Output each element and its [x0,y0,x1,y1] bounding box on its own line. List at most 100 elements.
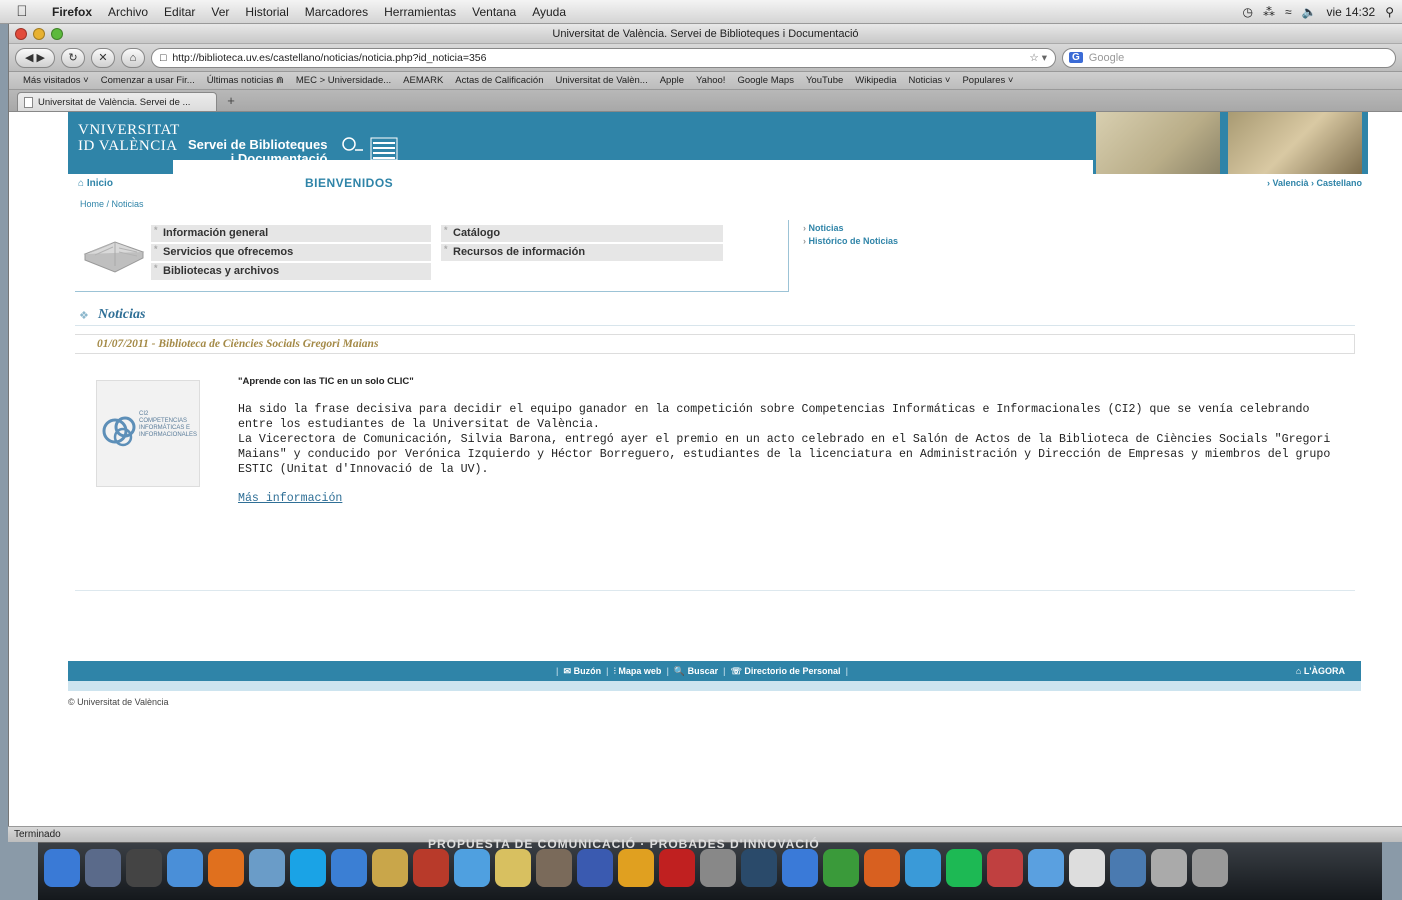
tab-active[interactable]: Universitat de València. Servei de ... [17,92,217,111]
apple-menu-icon[interactable]:  [0,3,44,20]
skype-icon[interactable] [290,849,326,887]
inicio-link[interactable]: ⌂ Inicio [78,178,113,189]
menu-historial[interactable]: Historial [237,5,296,19]
folder-icon[interactable] [1110,849,1146,887]
spotlight-icon[interactable]: ⚲ [1385,5,1394,19]
keynote-icon[interactable] [618,849,654,887]
bookmark-item[interactable]: Yahoo! [690,75,731,86]
firefox-icon[interactable] [208,849,244,887]
menu-servicios[interactable]: Servicios que ofrecemos [151,244,431,261]
url-text[interactable]: http://biblioteca.uv.es/castellano/notic… [172,52,486,64]
excel-icon[interactable] [823,849,859,887]
time-machine-icon[interactable]: ◷ [1242,5,1252,19]
mail-icon[interactable] [249,849,285,887]
service-line-2: i Documentació [230,151,328,166]
more-info-link[interactable]: Más información [238,491,342,506]
browser-window: Universitat de València. Servei de Bibli… [8,24,1402,842]
bookmark-item[interactable]: Apple [654,75,690,86]
menu-catalogo[interactable]: Catálogo [441,225,723,242]
bookmark-item[interactable]: AEMARK [397,75,449,86]
google-search-engine-icon[interactable]: G [1069,52,1083,63]
menu-archivo[interactable]: Archivo [100,5,156,19]
address-book-icon[interactable] [372,849,408,887]
menu-ayuda[interactable]: Ayuda [524,5,574,19]
dictionary-icon[interactable] [413,849,449,887]
scanner-icon[interactable] [1069,849,1105,887]
bookmark-item[interactable]: YouTube [800,75,849,86]
menu-bibliotecas[interactable]: Bibliotecas y archivos [151,263,431,280]
bookmark-item[interactable]: Actas de Calificación [449,75,549,86]
footer-strip [68,681,1361,691]
itunes-icon[interactable] [454,849,490,887]
bookmark-item[interactable]: Universitat de Valèn... [549,75,653,86]
flashcards-icon[interactable] [659,849,695,887]
bookmark-item[interactable]: Más visitados ˅ [17,75,95,86]
wifi-icon[interactable]: ≈ [1285,5,1292,19]
menubar-clock[interactable]: vie 14:32 [1327,5,1376,19]
bookmark-item[interactable]: Wikipedia [849,75,902,86]
imovie-icon[interactable] [577,849,613,887]
ci2-caption: CI2 COMPETENCIAS INFORMÁTICAS E INFORMAC… [139,411,198,438]
presentation-icon[interactable] [987,849,1023,887]
bookmark-item[interactable]: Google Maps [731,75,800,86]
search-input[interactable]: G Google [1062,47,1396,68]
logo-line-1: VNIVERSITAT [78,122,180,138]
news-date-title: 01/07/2011 - Biblioteca de Ciències Soci… [75,334,1355,354]
ichat-icon[interactable] [331,849,367,887]
back-forward-button[interactable]: ◀ ▶ [15,47,55,68]
breadcrumb[interactable]: Home / Noticias [80,199,144,209]
link-historico-noticias[interactable]: Histórico de Noticias [803,235,899,248]
menu-ventana[interactable]: Ventana [464,5,524,19]
dashboard-icon[interactable] [126,849,162,887]
language-links[interactable]: › Valencià › Castellano [1267,178,1362,188]
footer-buzon-link[interactable]: ✉ Buzón [564,666,602,677]
bookmark-star-icon[interactable]: ☆ ▾ [1029,52,1047,64]
menu-informacion-general[interactable]: Información general [151,225,431,242]
footer-buscar-link[interactable]: 🔍 Buscar [674,666,718,677]
dashboard-grid-icon[interactable] [85,849,121,887]
agora-link[interactable]: ⌂ L'ÀGORA [1296,666,1345,676]
preview-icon[interactable] [495,849,531,887]
volume-icon[interactable]: 🔈 [1302,5,1317,19]
zoom-window-button[interactable] [51,27,63,40]
close-window-button[interactable] [15,27,27,40]
link-noticias[interactable]: Noticias [803,222,898,235]
menu-marcadores[interactable]: Marcadores [297,5,376,19]
bookmark-item[interactable]: Populares ˅ [956,75,1019,86]
bookmark-item[interactable]: Comenzar a usar Fir... [95,75,201,86]
url-bar[interactable]: □ http://biblioteca.uv.es/castellano/not… [151,47,1056,68]
stop-button[interactable]: ✕ [91,47,115,68]
entourage-icon[interactable] [905,849,941,887]
powerpoint-icon[interactable] [864,849,900,887]
side-links: Noticias Histórico de Noticias [803,222,899,248]
news-lead: "Aprende con las TIC en un solo CLIC" [238,376,414,387]
menu-editar[interactable]: Editar [156,5,203,19]
reload-button[interactable]: ↻ [61,47,85,68]
trash-icon[interactable] [1192,849,1228,887]
spotify-icon[interactable] [946,849,982,887]
bluetooth-icon[interactable]: ⁂ [1263,5,1275,19]
bookmark-item[interactable]: MEC > Universidade... [290,75,397,86]
bookmark-item[interactable]: Últimas noticias ⋒ [201,75,290,86]
new-tab-button[interactable]: + [221,93,241,109]
footer-directorio-link[interactable]: ☏ Directorio de Personal [731,666,841,677]
finder-icon[interactable] [44,849,80,887]
window-titlebar[interactable]: Universitat de València. Servei de Bibli… [9,24,1402,44]
downloads-icon[interactable] [1151,849,1187,887]
iphoto-icon[interactable] [536,849,572,887]
menu-recursos[interactable]: Recursos de información [441,244,723,261]
uv-logo[interactable]: VNIVERSITAT ID VALÈNCIA [78,122,180,154]
minimize-window-button[interactable] [33,27,45,40]
footer-mapa-web-link[interactable]: ⫶ Mapa web [614,666,662,677]
menu-ver[interactable]: Ver [203,5,237,19]
time-machine-dock-icon[interactable] [741,849,777,887]
word-icon[interactable] [782,849,818,887]
stop-icon: ✕ [98,52,108,64]
home-button[interactable]: ⌂ [121,47,145,68]
menu-app-firefox[interactable]: Firefox [44,5,100,19]
messenger-icon[interactable] [1028,849,1064,887]
bookmark-item[interactable]: Noticias ˅ [902,75,956,86]
menu-herramientas[interactable]: Herramientas [376,5,464,19]
system-preferences-icon[interactable] [700,849,736,887]
safari-icon[interactable] [167,849,203,887]
